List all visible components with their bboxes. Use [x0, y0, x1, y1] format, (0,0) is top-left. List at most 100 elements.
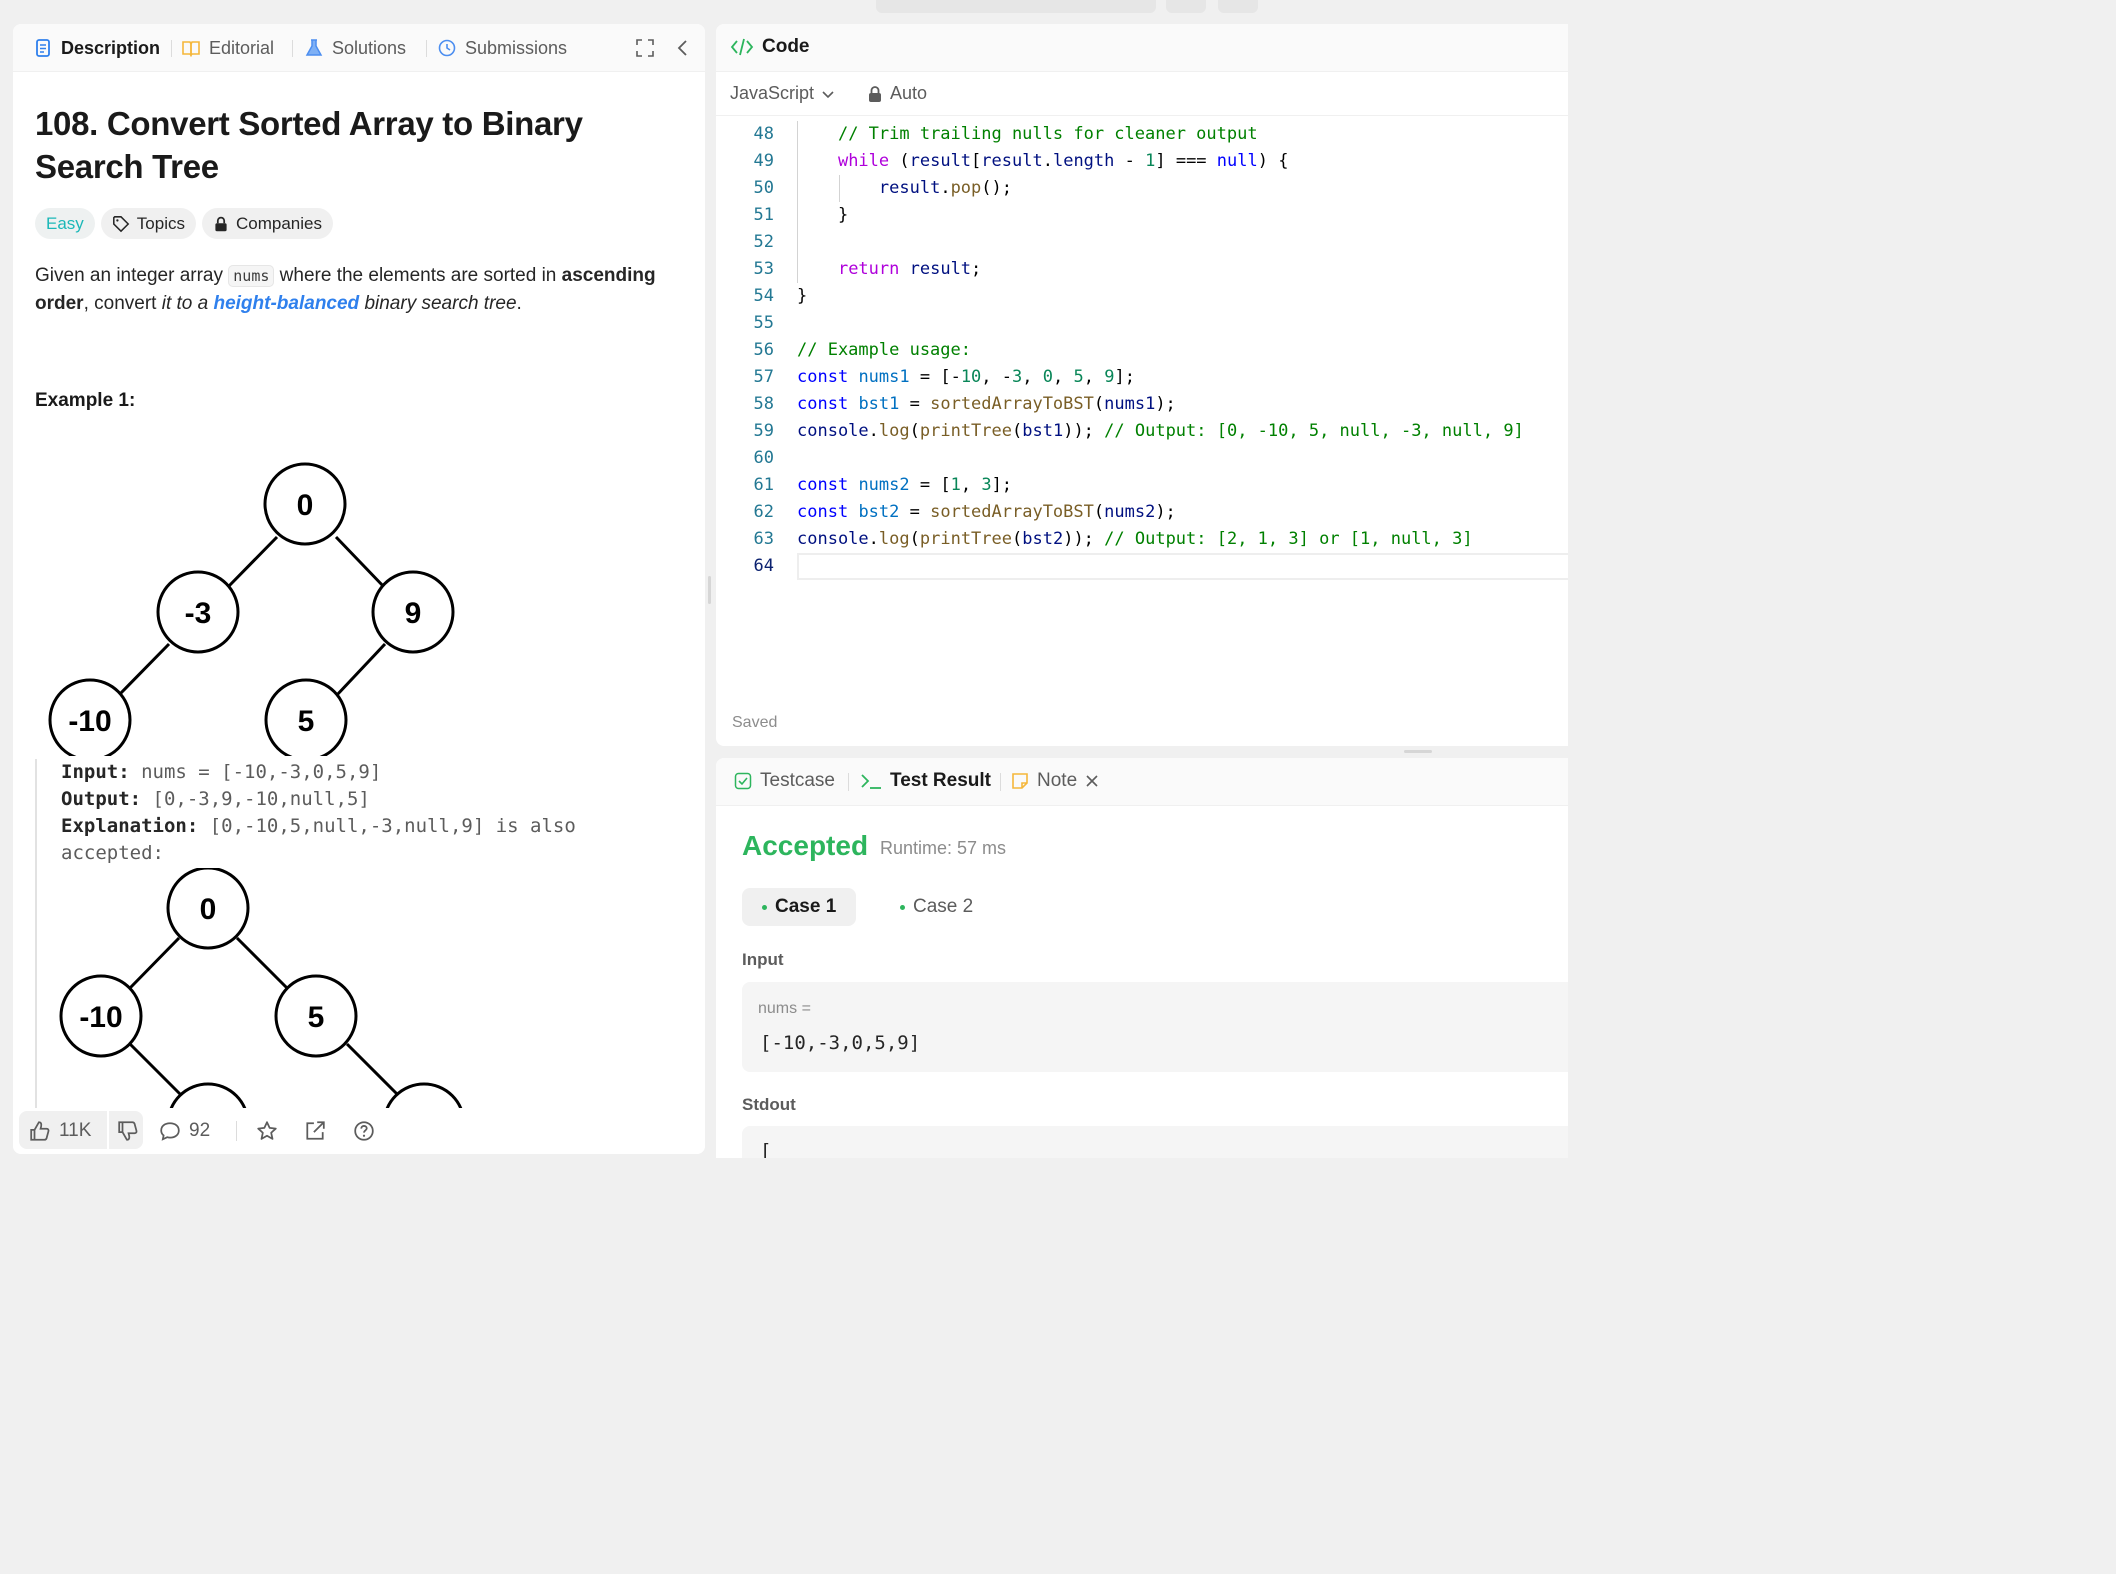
tab-solutions[interactable]: Solutions — [304, 24, 406, 72]
topics-button[interactable]: Topics — [100, 208, 196, 239]
close-icon[interactable] — [1085, 774, 1099, 788]
desc-text: Given an integer array — [35, 265, 229, 286]
result-status: Accepted — [742, 830, 869, 861]
code-panel: Code JavaScript Auto 48 49 50 51 52 53 5… — [716, 24, 1568, 746]
code-header: Code — [716, 24, 1568, 72]
desc-text: , convert — [83, 293, 162, 314]
saved-status: Saved — [732, 714, 778, 731]
language-label: JavaScript — [730, 83, 815, 103]
collapse-chevron-icon[interactable] — [673, 38, 693, 58]
input-var-value: [-10,-3,0,5,9] — [760, 1032, 921, 1054]
code-line: return result; — [837, 259, 982, 279]
thumbs-up-icon — [30, 1121, 50, 1141]
result-panel: Testcase Test Result Note Accepted Runti… — [716, 758, 1568, 1158]
tree-node-label: 5 — [308, 1001, 325, 1034]
comment-count: 92 — [189, 1120, 211, 1141]
like-button[interactable]: 11K — [29, 1120, 91, 1142]
toolbar-button[interactable] — [1218, 0, 1258, 13]
line-number: 60 — [753, 448, 774, 468]
case-1-tab[interactable]: Case 1 — [742, 888, 857, 926]
tab-note-label: Note — [1037, 770, 1078, 791]
case-2-tab[interactable]: Case 2 — [880, 888, 993, 926]
desc-text: . — [516, 293, 522, 314]
explanation-tree-diagram: 0 -10 5 — [59, 868, 463, 1108]
checkbox-icon — [734, 772, 752, 790]
output-value: [0,-3,9,-10,null,5] — [141, 788, 370, 810]
tab-editorial-label: Editorial — [209, 37, 275, 58]
tab-description[interactable]: Description — [33, 24, 160, 72]
stdout-box: [ — [742, 1126, 1568, 1158]
tab-note[interactable]: Note — [1011, 770, 1099, 792]
line-number: 62 — [753, 502, 774, 522]
example-tree-diagram: 0 -3 9 -10 5 — [48, 462, 455, 756]
tab-divider — [426, 40, 427, 57]
description-tabbar: Description Editorial Solutions Submissi… — [13, 24, 705, 72]
output-label: Output: — [61, 788, 142, 810]
tab-editorial[interactable]: Editorial — [181, 24, 274, 72]
lock-icon — [869, 85, 881, 102]
horizontal-resize-handle[interactable] — [1404, 750, 1432, 753]
case-label: Case 1 — [775, 896, 837, 917]
tab-test-result[interactable]: Test Result — [860, 770, 991, 792]
result-tabbar: Testcase Test Result Note — [716, 758, 1568, 806]
vertical-resize-handle[interactable] — [708, 576, 711, 604]
line-number: 51 — [753, 205, 774, 225]
code-line: // Trim trailing nulls for cleaner outpu… — [837, 124, 1258, 144]
line-number: 63 — [753, 529, 774, 549]
fullscreen-icon[interactable] — [635, 38, 655, 58]
comment-icon — [160, 1122, 180, 1141]
like-count: 11K — [59, 1120, 92, 1141]
tab-divider — [292, 40, 293, 57]
language-select[interactable]: JavaScript — [730, 83, 836, 104]
vote-group: 11K — [19, 1111, 143, 1149]
code-line: } — [797, 205, 849, 225]
code-editor[interactable]: 48 49 50 51 52 53 54 55 56 57 58 59 60 6… — [716, 121, 1568, 641]
code-line: result.pop(); — [878, 178, 1012, 198]
code-line: const bst2 = sortedArrayToBST(nums2); — [797, 502, 1176, 522]
current-line-highlight — [797, 553, 1568, 580]
stdout-label: Stdout — [742, 1095, 796, 1114]
footer-divider — [236, 1121, 237, 1141]
code-line: console.log(printTree(bst1)); // Output:… — [797, 421, 1524, 441]
help-icon[interactable] — [353, 1120, 375, 1142]
explanation-label: Explanation: — [61, 815, 199, 837]
tab-submissions[interactable]: Submissions — [437, 24, 567, 72]
problem-title: 108. Convert Sorted Array to Binary Sear… — [35, 105, 583, 185]
auto-label: Auto — [890, 83, 928, 103]
height-balanced-link[interactable]: height-balanced — [213, 293, 359, 314]
status-dot — [900, 904, 905, 910]
comments-button[interactable]: 92 — [159, 1120, 210, 1142]
stdout-value: [ — [760, 1140, 772, 1158]
star-icon[interactable] — [256, 1120, 278, 1142]
code-brackets-icon — [730, 38, 754, 56]
example-explanation: Explanation: [0,-10,5,null,-3,null,9] is… — [61, 813, 576, 840]
companies-label: Companies — [235, 213, 322, 233]
line-number: 50 — [753, 178, 774, 198]
status-dot — [762, 904, 767, 910]
tree-node-label: 5 — [298, 705, 315, 738]
code-line: // Example usage: — [797, 340, 971, 360]
chevron-down-icon — [822, 90, 834, 98]
share-icon[interactable] — [304, 1120, 326, 1142]
run-submit-group[interactable] — [876, 0, 1156, 13]
flask-icon — [305, 39, 323, 56]
code-line: const nums2 = [1, 3]; — [797, 475, 1013, 495]
code-line: console.log(printTree(bst2)); // Output:… — [797, 529, 1473, 549]
document-icon — [36, 39, 50, 57]
companies-button[interactable]: Companies — [201, 208, 333, 239]
tree-node — [169, 1082, 247, 1108]
thumbs-down-icon[interactable] — [117, 1120, 139, 1142]
input-label: Input — [742, 950, 784, 969]
input-box: nums = [-10,-3,0,5,9] — [742, 982, 1568, 1072]
code-title-label: Code — [762, 36, 810, 57]
top-toolbar — [0, 0, 1568, 14]
tab-divider — [848, 773, 849, 791]
input-label: Input: — [61, 761, 130, 783]
explanation-value: [0,-10,5,null,-3,null,9] is also — [198, 815, 576, 837]
auto-mode[interactable]: Auto — [868, 83, 927, 104]
line-number: 61 — [753, 475, 774, 495]
tab-testcase[interactable]: Testcase — [734, 770, 835, 792]
toolbar-button[interactable] — [1166, 0, 1206, 13]
code-line: } — [797, 286, 808, 306]
tree-node-label: 0 — [297, 489, 314, 522]
